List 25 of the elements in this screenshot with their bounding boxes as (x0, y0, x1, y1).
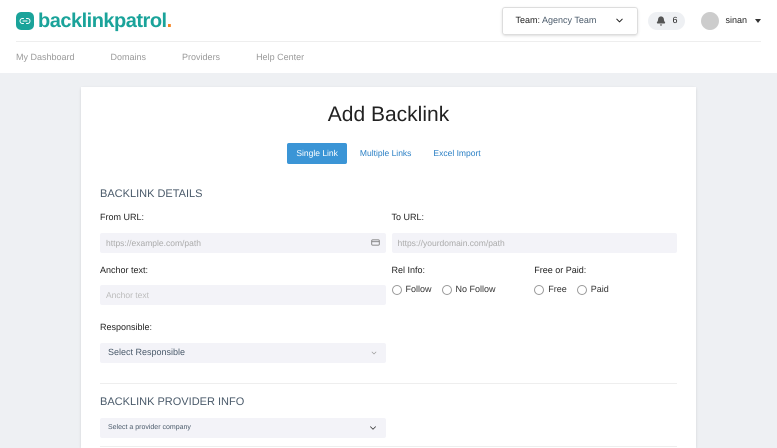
to-url-field[interactable]: https://yourdomain.com/path (392, 232, 677, 252)
user-menu[interactable]: sinan (701, 12, 761, 30)
section-heading: BACKLINK PROVIDER INFO (100, 394, 246, 410)
field-label: Anchor text: (100, 264, 150, 276)
radio-option[interactable]: Free (534, 283, 567, 296)
field-label: Rel Info: (392, 264, 426, 276)
team-dropdown[interactable]: Team: Agency Team (502, 6, 638, 34)
radio-option[interactable]: Paid (576, 283, 609, 296)
radio-option[interactable]: Follow (392, 283, 432, 296)
notifications-button[interactable]: 6 (648, 12, 686, 30)
card-icon (370, 238, 380, 247)
bell-icon (656, 16, 666, 26)
field-label: From URL: (100, 211, 146, 224)
field-label: Free or Paid: (534, 264, 588, 276)
radio-option[interactable]: No Follow (442, 283, 496, 296)
from-url-field[interactable]: https://example.com/path (100, 232, 386, 252)
tab[interactable]: Multiple Links (350, 142, 420, 164)
anchor-text-field[interactable]: Anchor text (100, 285, 386, 305)
responsible-select[interactable]: Select Responsible (100, 342, 386, 362)
logo-icon (16, 12, 34, 30)
section-heading: BACKLINK DETAILS (100, 186, 204, 202)
field-label: To URL: (392, 211, 426, 224)
page-title: Add Backlink (326, 102, 450, 128)
field-label: Responsible: (100, 321, 154, 334)
tab[interactable]: Excel Import (424, 142, 490, 164)
